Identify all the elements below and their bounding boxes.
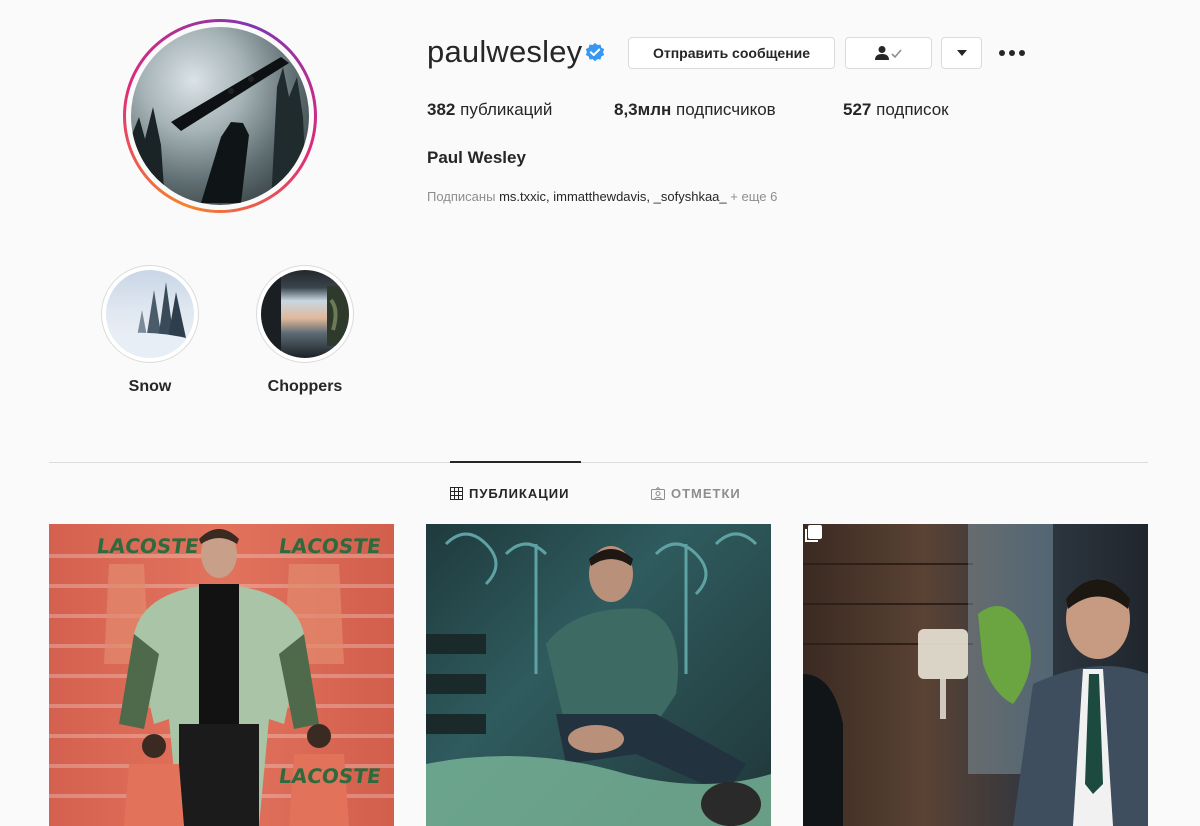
caret-down-icon bbox=[956, 50, 967, 56]
stat-following[interactable]: 527 подписок bbox=[843, 100, 949, 120]
more-dots-icon bbox=[999, 50, 1025, 56]
following-label: подписок bbox=[876, 100, 949, 119]
followed-by-more: + еще 6 bbox=[730, 189, 778, 204]
posts-count: 382 bbox=[427, 100, 456, 119]
snow-forest-image bbox=[106, 282, 194, 358]
username: paulwesley bbox=[427, 34, 583, 69]
following-count: 527 bbox=[843, 100, 872, 119]
posts-label: публикаций bbox=[460, 100, 553, 119]
highlight-snow[interactable]: Snow bbox=[100, 265, 200, 396]
tab-tagged-label: ОТМЕТКИ bbox=[671, 486, 741, 501]
profile-avatar-ring[interactable] bbox=[123, 19, 317, 213]
tabs-divider bbox=[49, 462, 1148, 463]
followed-by-prefix: Подписаны bbox=[427, 189, 496, 204]
highlight-label: Choppers bbox=[267, 378, 343, 395]
following-button[interactable] bbox=[845, 37, 932, 69]
grid-icon bbox=[450, 487, 463, 500]
tab-posts-label: ПУБЛИКАЦИИ bbox=[469, 486, 570, 501]
post-thumbnail[interactable]: LACOSTE LACOSTE LACOSTE bbox=[49, 524, 394, 826]
send-message-button[interactable]: Отправить сообщение bbox=[628, 37, 835, 69]
followers-count: 8,3млн bbox=[614, 100, 672, 119]
highlight-ring bbox=[256, 265, 354, 363]
post-brand-text: LACOSTE bbox=[277, 764, 383, 788]
full-name: Paul Wesley bbox=[427, 148, 526, 167]
person-check-icon bbox=[874, 46, 902, 60]
followed-by-names: ms.txxic, immatthewdavis, _sofyshkaa_ bbox=[499, 189, 727, 204]
tab-tagged[interactable]: ОТМЕТКИ bbox=[651, 486, 741, 501]
verified-badge-icon bbox=[585, 42, 605, 62]
highlight-thumbnail bbox=[261, 270, 349, 358]
post-photo bbox=[426, 532, 771, 826]
carousel-icon bbox=[805, 525, 822, 542]
tagged-icon bbox=[651, 487, 665, 500]
followers-label: подписчиков bbox=[676, 100, 776, 119]
helicopter-view-image bbox=[261, 270, 349, 358]
highlight-thumbnail bbox=[106, 270, 194, 358]
post-photo bbox=[803, 524, 1148, 826]
highlight-label: Snow bbox=[128, 378, 172, 395]
more-options-button[interactable] bbox=[996, 40, 1028, 66]
avatar-photo bbox=[131, 57, 307, 203]
avatar-inner bbox=[126, 22, 314, 210]
post-brand-text: LACOSTE bbox=[277, 534, 383, 558]
followed-by[interactable]: Подписаны ms.txxic, immatthewdavis, _sof… bbox=[427, 189, 777, 204]
highlight-choppers[interactable]: Choppers bbox=[255, 265, 355, 396]
stat-followers[interactable]: 8,3млн подписчиков bbox=[614, 100, 776, 120]
highlight-ring bbox=[101, 265, 199, 363]
post-thumbnail[interactable] bbox=[803, 524, 1148, 826]
avatar[interactable] bbox=[131, 27, 309, 205]
active-tab-indicator bbox=[450, 461, 581, 463]
stat-posts: 382 публикаций bbox=[427, 100, 552, 120]
post-thumbnail[interactable] bbox=[426, 524, 771, 826]
suggestions-dropdown-button[interactable] bbox=[941, 37, 982, 69]
post-brand-text: LACOSTE bbox=[95, 534, 201, 558]
tab-posts[interactable]: ПУБЛИКАЦИИ bbox=[450, 486, 569, 501]
